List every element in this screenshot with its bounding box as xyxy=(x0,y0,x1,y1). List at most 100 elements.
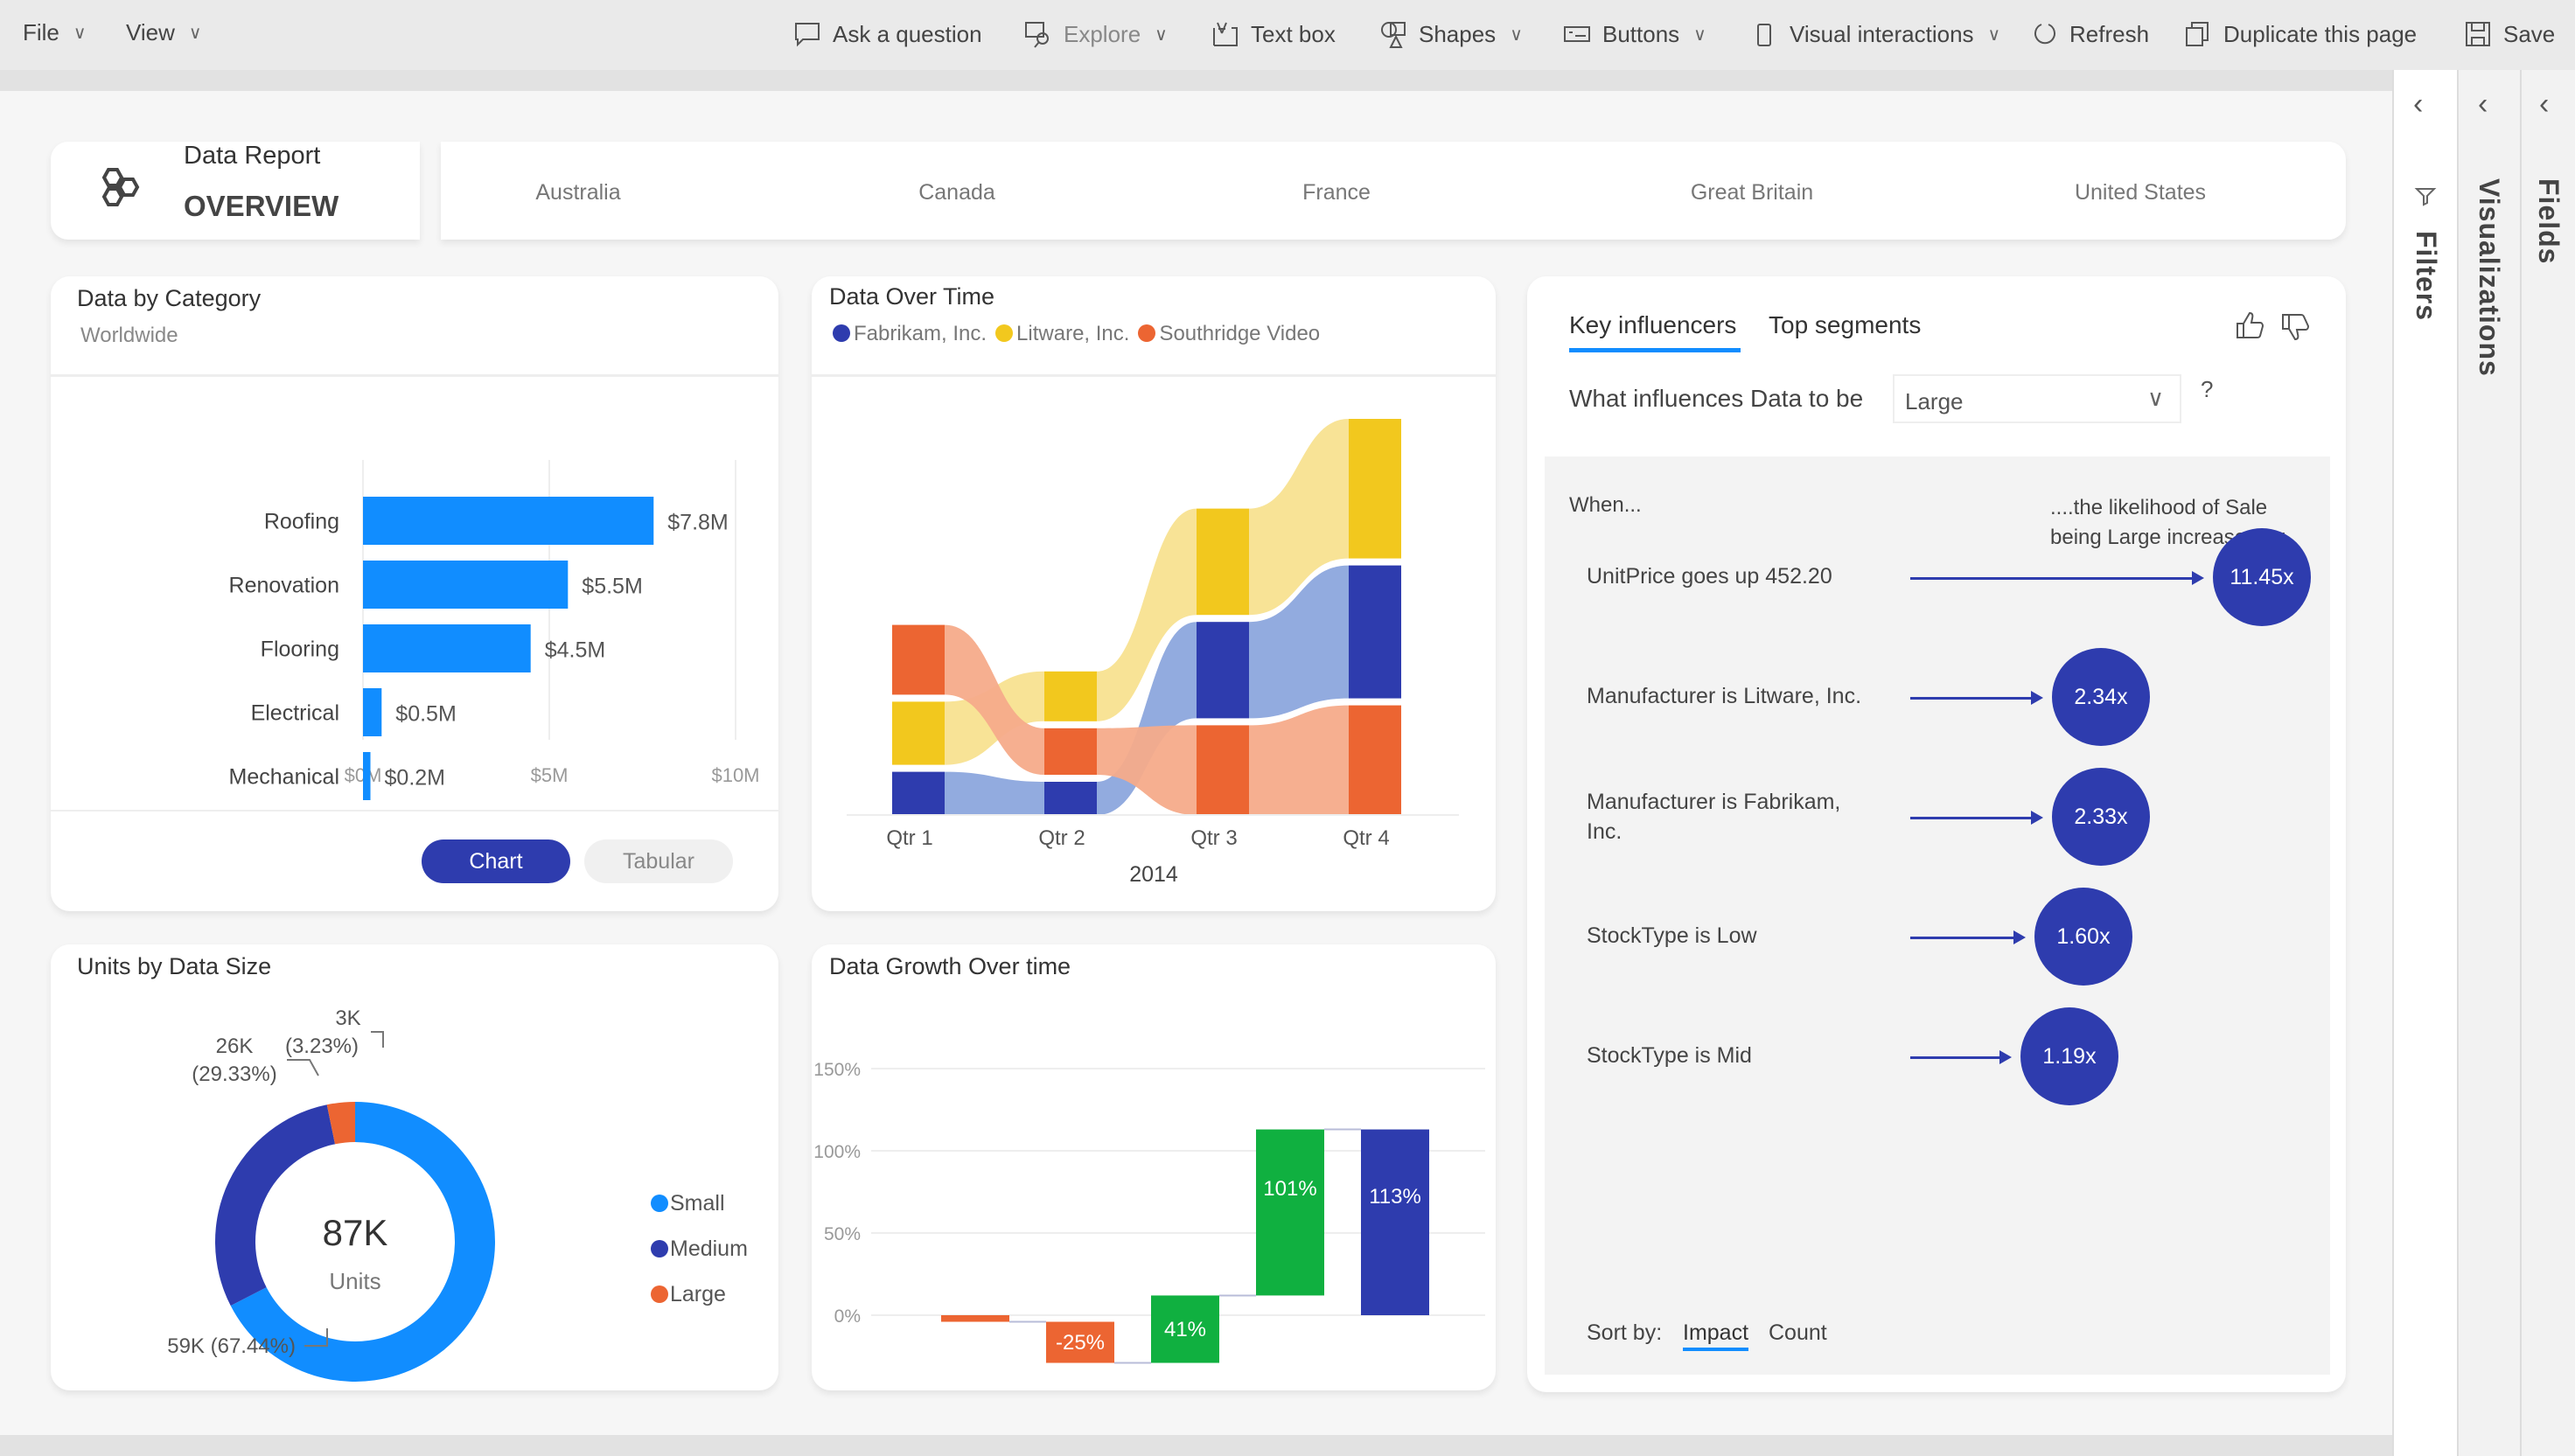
center-label: Units xyxy=(329,1268,380,1294)
units-by-data-size-card: Units by Data Size 87K Units 59K (67.44%) 2… xyxy=(51,944,778,1390)
collapse-filters-icon[interactable]: ‹ xyxy=(2413,87,2423,122)
file-label: File xyxy=(23,19,59,45)
chevron-down-icon: ∨ xyxy=(2146,385,2164,411)
card-divider xyxy=(812,374,1496,377)
chevron-down-icon: ∨ xyxy=(73,24,87,43)
data-label: 59K (67.44%) xyxy=(167,1334,296,1358)
buttons-menu[interactable]: Buttons ∨ xyxy=(1562,19,1706,49)
card-title: Units by Data Size xyxy=(77,953,272,979)
visual-interactions-label: Visual interactions xyxy=(1790,20,1974,47)
refresh-button[interactable]: Refresh xyxy=(2029,19,2149,49)
tab-key-influencers[interactable]: Key influencers xyxy=(1569,311,1736,339)
text-box-button[interactable]: Text box xyxy=(1211,19,1336,49)
collapse-visualizations-icon[interactable]: ‹ xyxy=(2478,87,2488,122)
filter-icon xyxy=(2414,188,2437,206)
report-title: Data Report xyxy=(184,142,321,170)
shapes-label: Shapes xyxy=(1419,20,1497,47)
influence-bubble[interactable]: 2.34x xyxy=(2052,648,2150,746)
likelihood-line-1: ....the likelihood of Sale xyxy=(2050,496,2268,519)
chevron-down-icon: ∨ xyxy=(1987,24,2001,45)
refresh-label: Refresh xyxy=(2069,20,2150,47)
explore-icon xyxy=(1025,22,1049,48)
explore-menu[interactable]: Explore ∨ xyxy=(1023,19,1168,49)
legend-item[interactable]: Southridge Video xyxy=(1138,322,1320,346)
help-icon[interactable]: ? xyxy=(2201,376,2213,403)
visualizations-pane[interactable]: ‹ Visualizations xyxy=(2457,70,2520,1456)
data-by-category-card: Data by Category Worldwide $0M$5M$10MRoo… xyxy=(51,276,778,911)
influence-arrow xyxy=(1910,1050,2012,1064)
legend-label: Large xyxy=(670,1282,726,1306)
data-label: 41% xyxy=(1164,1318,1206,1341)
x-tick-label: $10M xyxy=(711,764,759,786)
card-divider xyxy=(51,374,778,377)
ribbon-segment xyxy=(892,624,945,695)
fields-pane[interactable]: ‹ Fields xyxy=(2520,70,2575,1456)
influence-bubble[interactable]: 11.45x xyxy=(2213,528,2311,626)
data-label: 101% xyxy=(1263,1177,1316,1201)
category-label: Mechanical xyxy=(229,765,339,790)
explore-label: Explore xyxy=(1064,20,1141,47)
influence-bubble[interactable]: 1.60x xyxy=(2034,888,2132,986)
sort-impact-option[interactable]: Impact xyxy=(1683,1320,1749,1351)
report-subtitle: OVERVIEW xyxy=(184,190,339,222)
data-label: (3.23%) xyxy=(285,1035,359,1058)
view-label: View xyxy=(126,19,175,45)
legend-marker xyxy=(651,1195,668,1212)
legend-label: Litware, Inc. xyxy=(1016,322,1130,345)
bar xyxy=(363,624,531,672)
y-tick-label: 0% xyxy=(834,1306,861,1327)
view-menu[interactable]: View ∨ xyxy=(126,19,202,46)
refresh-icon xyxy=(2034,24,2055,45)
country-tab-france[interactable]: France xyxy=(1302,180,1371,206)
country-tab-great-britain[interactable]: Great Britain xyxy=(1691,180,1813,206)
target-value-dropdown[interactable]: Large ∨ xyxy=(1893,374,2181,423)
growth-waterfall-chart: 150%100%50%0%-50%Qtr 1-25%Qtr 241%Qtr 31… xyxy=(813,1060,1485,1364)
country-tab-canada[interactable]: Canada xyxy=(918,180,995,206)
waterfall-bar xyxy=(1256,1129,1324,1296)
buttons-label: Buttons xyxy=(1602,20,1680,47)
ribbon-segment xyxy=(1044,728,1097,775)
sort-count-option[interactable]: Count xyxy=(1769,1320,1827,1346)
shapes-menu[interactable]: Shapes ∨ xyxy=(1378,19,1523,49)
y-tick-label: 50% xyxy=(824,1224,861,1244)
ask-question-button[interactable]: Ask a question xyxy=(792,19,982,49)
sort-by-label: Sort by: xyxy=(1587,1320,1663,1345)
visualizations-label: Visualizations xyxy=(2474,178,2505,377)
country-tab-united-states[interactable]: United States xyxy=(2075,180,2206,206)
thumbs-down-icon[interactable] xyxy=(2278,311,2313,346)
legend-item[interactable]: Litware, Inc. xyxy=(995,322,1129,346)
leader-line xyxy=(371,1031,384,1048)
legend-marker xyxy=(995,324,1014,342)
collapse-fields-icon[interactable]: ‹ xyxy=(2539,87,2549,122)
duplicate-page-button[interactable]: Duplicate this page xyxy=(2183,19,2417,49)
filters-pane[interactable]: ‹ Filters xyxy=(2392,70,2457,1456)
influence-arrow xyxy=(1910,811,2043,825)
influence-bubble[interactable]: 1.19x xyxy=(2020,1007,2118,1105)
chart-view-button[interactable]: Chart xyxy=(422,839,570,883)
data-label: $5.5M xyxy=(582,575,642,599)
influence-arrow xyxy=(1910,571,2204,585)
ribbon-segment xyxy=(1044,782,1097,815)
data-label: $4.5M xyxy=(545,638,605,663)
legend-item[interactable]: Fabrikam, Inc. xyxy=(833,322,987,346)
text-box-icon xyxy=(1213,22,1238,46)
chevron-down-icon: ∨ xyxy=(188,24,202,43)
text-box-label: Text box xyxy=(1251,20,1336,47)
card-title: Data Over Time xyxy=(829,283,995,310)
chevron-down-icon: ∨ xyxy=(1510,24,1523,45)
chevron-down-icon: ∨ xyxy=(1693,24,1706,45)
legend-label: Southridge Video xyxy=(1159,322,1321,345)
legend-marker xyxy=(651,1285,668,1303)
tab-top-segments[interactable]: Top segments xyxy=(1769,311,1921,339)
file-menu[interactable]: File ∨ xyxy=(23,19,87,46)
hexagon-logo-icon xyxy=(101,168,140,206)
ribbon-band xyxy=(945,771,1044,815)
data-label: $0.2M xyxy=(385,766,445,791)
influence-bubble[interactable]: 2.33x xyxy=(2052,768,2150,866)
legend-marker xyxy=(651,1240,668,1257)
visual-interactions-menu[interactable]: Visual interactions ∨ xyxy=(1749,19,2000,49)
country-tab-australia[interactable]: Australia xyxy=(535,180,620,206)
save-button[interactable]: Save xyxy=(2463,19,2555,49)
thumbs-up-icon[interactable] xyxy=(2232,308,2267,343)
tabular-view-button[interactable]: Tabular xyxy=(584,839,733,883)
